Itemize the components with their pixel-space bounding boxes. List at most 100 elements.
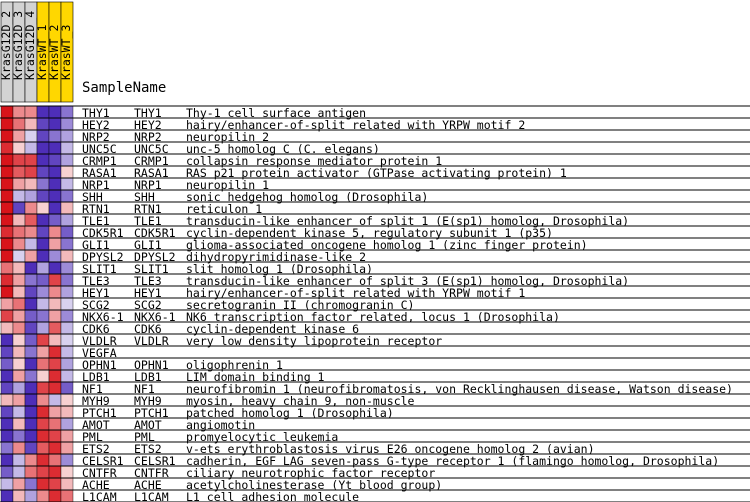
heatmap-cell	[24, 309, 38, 323]
heatmap-cell	[60, 165, 74, 179]
heatmap-cell	[24, 189, 38, 203]
heatmap-cell	[60, 297, 74, 311]
heatmap-cell	[24, 381, 38, 395]
heatmap-cell	[0, 213, 14, 227]
heatmap-cell	[0, 405, 14, 419]
heatmap-cell	[12, 441, 26, 455]
heatmap-cell	[60, 309, 74, 323]
heatmap-cell	[0, 369, 14, 383]
heatmap-cell	[60, 405, 74, 419]
heatmap-cell	[0, 297, 14, 311]
heatmap-cell	[12, 489, 26, 502]
heatmap-cell	[24, 429, 38, 443]
heatmap-cell	[0, 249, 14, 263]
heatmap-cell	[24, 297, 38, 311]
heatmap-cell	[12, 153, 26, 167]
sample-header-group: KrasG12D_2KrasG12D_3KrasG12D_4KrasWT_1Kr…	[0, 1, 74, 103]
heatmap-cell	[48, 141, 62, 155]
heatmap-cell	[0, 321, 14, 335]
heatmap-cell	[12, 165, 26, 179]
heatmap-cell	[24, 477, 38, 491]
heatmap-cell	[48, 381, 62, 395]
heatmap-cell	[48, 357, 62, 371]
heatmap-cell	[60, 357, 74, 371]
heatmap-cell	[0, 489, 14, 502]
heatmap-cell	[36, 321, 50, 335]
heatmap-cell	[0, 429, 14, 443]
heatmap-cell	[12, 105, 26, 119]
heatmap-cell	[12, 309, 26, 323]
heatmap-cell	[60, 213, 74, 227]
heatmap-cell	[36, 453, 50, 467]
heatmap-cell	[60, 393, 74, 407]
heatmap-cell	[24, 261, 38, 275]
heatmap-cell	[24, 453, 38, 467]
heatmap-cell	[0, 333, 14, 347]
heatmap-cell	[0, 273, 14, 287]
heatmap-cell	[36, 465, 50, 479]
heatmap-cell	[0, 309, 14, 323]
heatmap-cell	[24, 417, 38, 431]
heatmap-cell	[24, 273, 38, 287]
heatmap-cell	[60, 237, 74, 251]
heatmap-cell	[48, 405, 62, 419]
heatmap-cell	[48, 249, 62, 263]
heatmap-cell	[24, 129, 38, 143]
heatmap-cell	[36, 237, 50, 251]
heatmap-cell	[0, 357, 14, 371]
heatmap-cell	[0, 225, 14, 239]
heatmap-cell	[24, 105, 38, 119]
heatmap-cell	[12, 393, 26, 407]
heatmap-cell	[12, 465, 26, 479]
heatmap-cell	[60, 153, 74, 167]
heatmap-cell	[36, 333, 50, 347]
heatmap-cell	[60, 429, 74, 443]
heatmap-cell	[12, 177, 26, 191]
heatmap-cell	[60, 225, 74, 239]
heatmap-cell	[0, 381, 14, 395]
heatmap-cell	[48, 201, 62, 215]
heatmap-cell	[36, 117, 50, 131]
heatmap-cell	[0, 117, 14, 131]
heatmap-cell	[0, 393, 14, 407]
heatmap-cell	[24, 357, 38, 371]
heatmap-cell	[60, 141, 74, 155]
heatmap-cell	[0, 261, 14, 275]
heatmap-cell	[60, 477, 74, 491]
heatmap-cell	[24, 165, 38, 179]
row-symbol: L1CAM	[82, 490, 117, 502]
heatmap-cell	[48, 225, 62, 239]
heatmap-cell	[12, 129, 26, 143]
row-description: very low density lipoprotein receptor	[186, 334, 442, 348]
heatmap-cell	[36, 105, 50, 119]
heatmap-cell	[36, 129, 50, 143]
heatmap-cell	[36, 249, 50, 263]
heatmap-cell	[48, 417, 62, 431]
heatmap-cell	[0, 477, 14, 491]
heatmap-cell	[24, 285, 38, 299]
heatmap-cell	[12, 333, 26, 347]
heatmap-cell	[12, 321, 26, 335]
heatmap-cell	[12, 261, 26, 275]
heatmap-cell	[60, 285, 74, 299]
heatmap-cell	[60, 249, 74, 263]
heatmap-cell	[48, 489, 62, 502]
heatmap-cell	[36, 477, 50, 491]
heatmap-cell	[24, 249, 38, 263]
heatmap-cell	[0, 105, 14, 119]
heatmap-cell	[48, 309, 62, 323]
heatmap-cell	[36, 141, 50, 155]
heatmap-cell	[12, 141, 26, 155]
heatmap-cell	[36, 489, 50, 502]
heatmap-cell	[12, 285, 26, 299]
row-gene: VLDLR	[134, 334, 169, 348]
heatmap-cell	[12, 345, 26, 359]
heatmap-cell	[60, 177, 74, 191]
heatmap-cell	[0, 345, 14, 359]
heatmap-cell	[48, 333, 62, 347]
heatmap-cell	[36, 381, 50, 395]
heatmap-cell	[0, 417, 14, 431]
heatmap-cell	[0, 237, 14, 251]
heatmap-cell	[0, 129, 14, 143]
heatmap-cell	[12, 369, 26, 383]
